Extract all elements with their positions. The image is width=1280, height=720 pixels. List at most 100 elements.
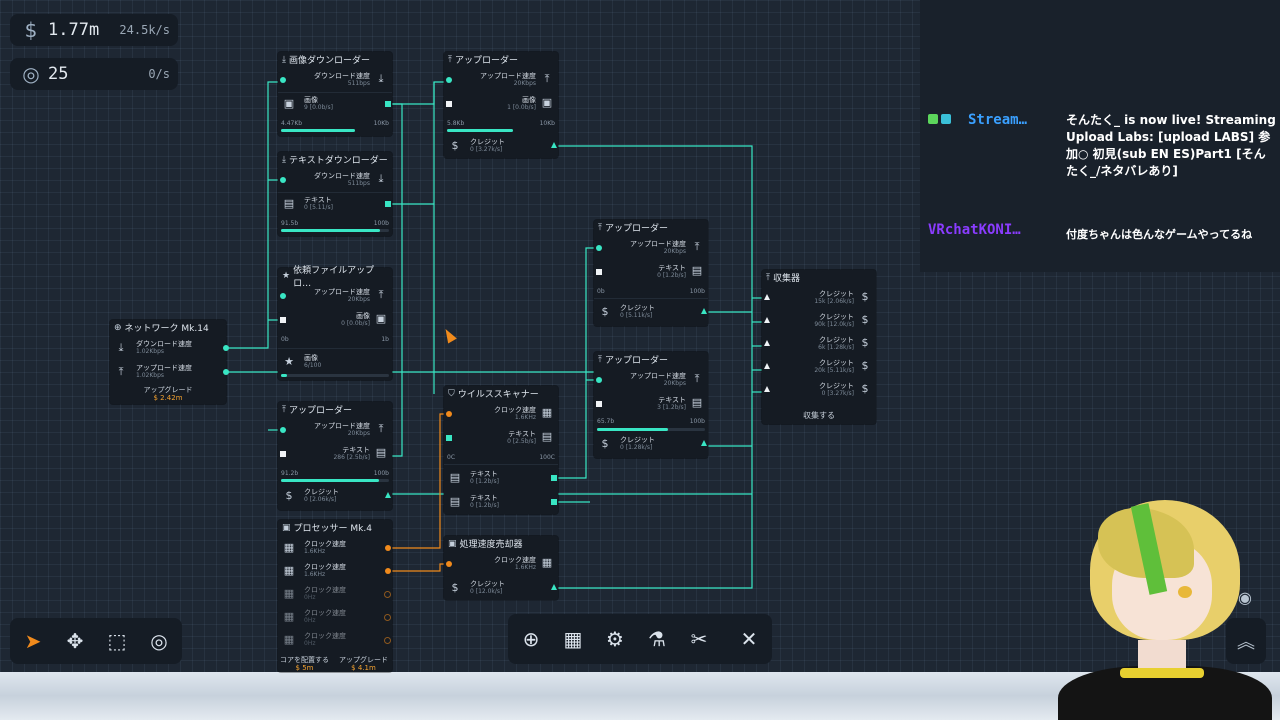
network-node[interactable]: ⊕ ネットワーク Mk.14 ⤓ ダウンロード速度 1.02Kbps ⤒ アップロード速… (110, 320, 229, 404)
cpu-icon: ▦ (541, 406, 553, 419)
input-port[interactable] (764, 340, 770, 346)
output-port[interactable] (701, 440, 707, 446)
output-port[interactable] (551, 584, 557, 590)
uploader-node-left[interactable]: ⤒ アップローダー アップロード速度 20Kbps ⤒ テキスト 286 [2.5b/s… (278, 402, 392, 510)
uploader-node-mid1[interactable]: ⤒ アップローダー アップロード速度 20Kbps ⤒ テキスト 0 [1.2b/s] ▤… (594, 220, 708, 326)
collect-button[interactable]: 収集する (762, 410, 876, 421)
dollar-icon: $ (601, 305, 609, 318)
request-uploader-node[interactable]: ★ 依頼ファイルアップロ… アップロード速度 20Kbps ⤒ 画像 0 [0.0b/s… (278, 266, 392, 380)
input-port[interactable] (280, 427, 286, 433)
tools-build-button[interactable]: ✂ (682, 622, 716, 656)
target-tool-button[interactable]: ◎ (142, 624, 176, 658)
output-port[interactable] (385, 101, 391, 107)
input-port[interactable] (596, 269, 602, 275)
input-port[interactable] (280, 317, 286, 323)
input-port[interactable] (764, 317, 770, 323)
badge-icon (928, 114, 938, 124)
input-port[interactable] (596, 245, 602, 251)
node-title: アップローダー (604, 224, 668, 234)
research-build-button[interactable]: ⚗ (640, 622, 674, 656)
input-port[interactable] (280, 177, 286, 183)
row-label: クレジット 90k [12.0k/s] (814, 313, 854, 328)
input-port[interactable] (280, 451, 286, 457)
text-downloader-node[interactable]: ⤓ テキストダウンローダー ダウンロード速度 511bps ⤓ ▤ テキスト 0 [5.1… (278, 152, 392, 236)
output-port[interactable] (385, 568, 391, 574)
range-max: 1b (381, 336, 389, 343)
assign-core-button[interactable]: コアを配置する $ 5m (280, 656, 329, 672)
document-icon: ▤ (375, 446, 387, 459)
core-icon: ▦ (283, 633, 295, 646)
input-port[interactable] (280, 77, 286, 83)
cpu-build-button[interactable]: ▦ (556, 622, 590, 656)
input-port[interactable] (446, 411, 452, 417)
gpu-build-button[interactable]: ⚙ (598, 622, 632, 656)
input-port[interactable] (764, 294, 770, 300)
input-port[interactable] (280, 293, 286, 299)
row-label: アップロード速度 20Kbps (314, 288, 370, 303)
uploader-node-mid2[interactable]: ⤒ アップローダー アップロード速度 20Kbps ⤒ テキスト 3 [1.2b/s] ▤… (594, 352, 708, 458)
uploader-node-top[interactable]: ⤒ アップローダー アップロード速度 20Kbps ⤒ 画像 1 [0.0b/s] ▣ 5… (444, 52, 558, 158)
output-port[interactable] (384, 591, 391, 598)
input-port[interactable] (446, 561, 452, 567)
globe-icon: ⊕ (114, 322, 122, 333)
output-port[interactable] (223, 345, 229, 351)
document-icon: ▤ (541, 430, 553, 443)
output-port[interactable] (701, 308, 707, 314)
box-select-button[interactable]: ⬚ (100, 624, 134, 658)
network-build-button[interactable]: ⊕ (514, 622, 548, 656)
input-port[interactable] (446, 101, 452, 107)
cpu-icon: ▣ (282, 522, 291, 533)
node-title: ネットワーク Mk.14 (124, 324, 209, 334)
image-downloader-node[interactable]: ⤓ 画像ダウンローダー ダウンロード速度 511bps ⤓ ▣ 画像 9 [0.0b/s]… (278, 52, 392, 136)
chat-message: 付度ちゃんは色んなゲームやってるね (1066, 228, 1253, 241)
output-port[interactable] (551, 499, 557, 505)
dollar-icon: $ (861, 359, 869, 372)
delete-mode-button[interactable]: ✕ (732, 622, 766, 656)
output-port[interactable] (551, 475, 557, 481)
upgrade-button[interactable]: アップグレード $ 2.42m (110, 386, 226, 402)
output-port[interactable] (385, 545, 391, 551)
row-label: クレジット 0 [1.28k/s] (620, 436, 655, 451)
node-title: ウイルススキャナー (457, 390, 539, 400)
target-icon: ◎ (22, 62, 40, 86)
range-max: 100b (689, 418, 705, 425)
processor-node[interactable]: ▣ プロセッサー Mk.4 ▦ クロック速度 1.6KHz ▦ クロック速度 1.6KHz… (278, 520, 392, 672)
dollar-icon: $ (451, 581, 459, 594)
input-port[interactable] (764, 386, 770, 392)
row-label: アップロード速度 20Kbps (314, 422, 370, 437)
core-icon: ▦ (283, 564, 295, 577)
output-port[interactable] (384, 614, 391, 621)
row-label: クレジット 0 [3.27k/s] (470, 138, 505, 153)
input-port[interactable] (764, 363, 770, 369)
progress-bar (597, 428, 705, 431)
stream-chat-overlay: Stream… そんたく_ is now live! Streaming Upl… (920, 0, 1280, 272)
star-icon: ★ (282, 270, 291, 281)
node-title: 依頼ファイルアップロ… (293, 265, 375, 289)
upload-icon: ⤒ (448, 54, 452, 65)
output-port[interactable] (385, 201, 391, 207)
upload-icon: ⤒ (766, 272, 770, 283)
pointer-tool-button[interactable]: ➤ (16, 624, 50, 658)
output-port[interactable] (384, 637, 391, 644)
output-port[interactable] (551, 142, 557, 148)
row-label: クロック速度 1.6KHz (494, 556, 536, 571)
input-port[interactable] (596, 401, 602, 407)
collector-node[interactable]: ⤒ 収集器 クレジット 15k [2.06k/s] $ クレジット 90k [12.0k… (762, 270, 876, 424)
range-min: 91.5b (281, 220, 299, 227)
move-tool-button[interactable]: ✥ (58, 624, 92, 658)
dollar-icon: $ (24, 18, 38, 42)
upload-icon: ⤒ (118, 365, 124, 378)
processing-seller-node[interactable]: ▣ 処理速度売却器 クロック速度 1.6KHz ▦ $ クレジット 0 [12.0k/s] (444, 536, 558, 600)
row-label: ダウンロード速度 511bps (314, 72, 370, 87)
input-port[interactable] (596, 377, 602, 383)
row-label: クロック速度 0Hz (304, 632, 346, 647)
input-port[interactable] (446, 435, 452, 441)
input-port[interactable] (446, 77, 452, 83)
money-counter: $ 1.77m 24.5k/s (10, 14, 178, 46)
upload-icon: ⤒ (378, 288, 384, 301)
upgrade-button[interactable]: アップグレード $ 4.1m (339, 656, 388, 672)
virus-scanner-node[interactable]: ⛉ ウイルススキャナー クロック速度 1.6KHz ▦ テキスト 0 [2.5b/s] ▤… (444, 386, 558, 514)
row-label: クレジット 6k [1.28k/s] (818, 336, 854, 351)
output-port[interactable] (385, 492, 391, 498)
output-port[interactable] (223, 369, 229, 375)
